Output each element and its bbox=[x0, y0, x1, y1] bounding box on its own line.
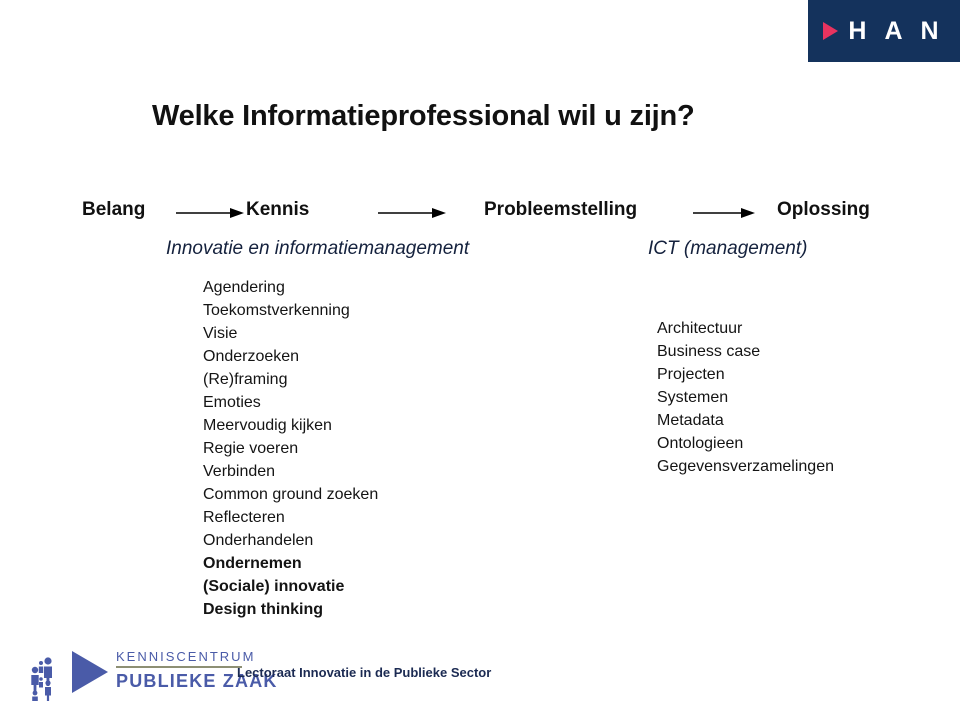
list-item: Onderzoeken bbox=[203, 348, 300, 365]
arrow-right-icon bbox=[378, 207, 446, 219]
play-triangle-icon bbox=[823, 22, 839, 40]
list-item: Verbinden bbox=[203, 463, 276, 480]
column-subtitle-innovatie: Innovatie en informatiemanagement bbox=[166, 238, 470, 259]
play-triangle-icon bbox=[72, 651, 108, 693]
kenniscentrum-wordmark: KENNISCENTRUM PUBLIEKE ZAAK bbox=[116, 649, 278, 692]
flow-stage-probleemstelling: Probleemstelling bbox=[484, 199, 638, 220]
list-item: Metadata bbox=[657, 412, 724, 429]
list-item: Meervoudig kijken bbox=[203, 417, 332, 434]
list-item: Common ground zoeken bbox=[203, 486, 379, 503]
list-item: Agendering bbox=[203, 279, 285, 296]
list-item: Ontologieen bbox=[657, 435, 744, 452]
list-item: Emoties bbox=[203, 394, 261, 411]
list-item: Systemen bbox=[657, 389, 729, 406]
list-item: Visie bbox=[203, 325, 238, 342]
han-wordmark: H A N bbox=[848, 16, 945, 45]
list-item: Regie voeren bbox=[203, 440, 299, 457]
list-item: Gegevensverzamelingen bbox=[657, 458, 834, 475]
list-item: (Re)framing bbox=[203, 371, 288, 388]
flow-diagram: Belang Kennis Probleemstelling Oplossing bbox=[0, 196, 960, 224]
list-item: (Sociale) innovatie bbox=[203, 578, 345, 595]
list-item: Design thinking bbox=[203, 601, 323, 618]
people-group-icon bbox=[28, 643, 72, 701]
column-subtitle-ict: ICT (management) bbox=[648, 238, 808, 259]
list-item: Projecten bbox=[657, 366, 725, 383]
flow-stage-oplossing: Oplossing bbox=[777, 199, 870, 220]
competency-list-innovatie: Agendering Toekomstverkenning Visie Onde… bbox=[203, 276, 378, 621]
competency-list-ict: Architectuur Business case Projecten Sys… bbox=[657, 317, 834, 478]
list-item: Onderhandelen bbox=[203, 532, 314, 549]
list-item: Toekomstverkenning bbox=[203, 302, 350, 319]
kenniscentrum-line2: PUBLIEKE ZAAK bbox=[116, 671, 278, 691]
page-title: Welke Informatieprofessional wil u zijn? bbox=[152, 100, 695, 132]
arrow-right-icon bbox=[693, 207, 755, 219]
flow-stage-belang: Belang bbox=[82, 199, 146, 220]
list-item: Reflecteren bbox=[203, 509, 285, 526]
list-item: Ondernemen bbox=[203, 555, 302, 572]
kenniscentrum-publieke-zaak-logo: KENNISCENTRUM PUBLIEKE ZAAK bbox=[28, 643, 278, 701]
flow-stage-kennis: Kennis bbox=[246, 199, 310, 220]
list-item: Business case bbox=[657, 343, 761, 360]
kenniscentrum-line1: KENNISCENTRUM bbox=[116, 649, 253, 668]
arrow-right-icon bbox=[176, 207, 244, 219]
list-item: Architectuur bbox=[657, 320, 743, 337]
footer-caption: Lectoraat Innovatie in de Publieke Secto… bbox=[237, 665, 492, 680]
han-logo: H A N bbox=[808, 0, 960, 62]
